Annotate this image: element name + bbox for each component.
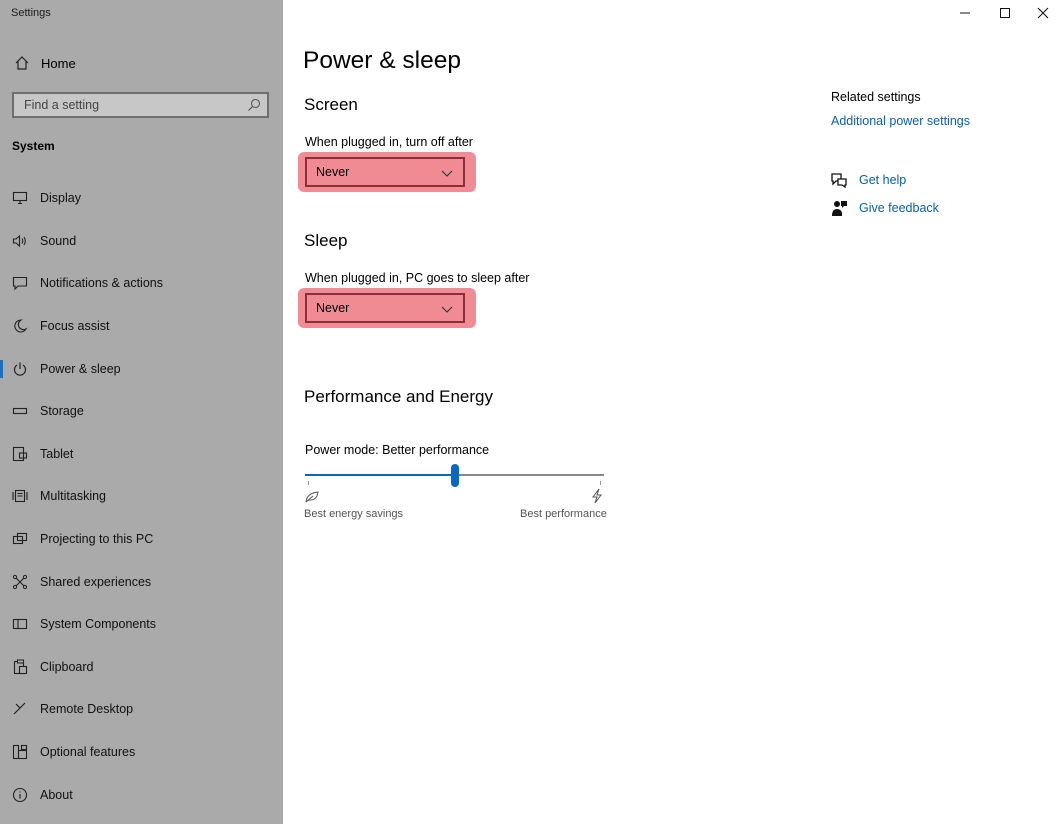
tablet-icon bbox=[12, 446, 28, 462]
sidebar-item-label: Display bbox=[40, 191, 81, 205]
sidebar-item-tablet[interactable]: Tablet bbox=[0, 437, 283, 471]
help-chat-icon bbox=[831, 173, 847, 189]
clipboard-icon bbox=[13, 659, 28, 675]
slider-max-caption: Best performance bbox=[520, 508, 607, 520]
sleep-timeout-dropdown[interactable]: Never bbox=[305, 293, 465, 323]
sleep-heading: Sleep bbox=[304, 231, 348, 250]
home-icon bbox=[15, 56, 29, 70]
sidebar-item-about[interactable]: About bbox=[0, 778, 283, 812]
power-mode-slider-thumb[interactable] bbox=[450, 464, 459, 487]
sidebar-item-remote-desktop[interactable]: Remote Desktop bbox=[0, 692, 283, 726]
get-help-label: Get help bbox=[859, 173, 907, 187]
remote-desktop-icon bbox=[13, 702, 26, 715]
sidebar-item-label: Optional features bbox=[40, 745, 136, 759]
additional-power-settings-link[interactable]: Additional power settings bbox=[831, 114, 970, 128]
components-icon bbox=[12, 618, 28, 630]
storage-icon bbox=[12, 407, 28, 415]
sidebar-item-clipboard[interactable]: Clipboard bbox=[0, 650, 283, 684]
maximize-button[interactable] bbox=[985, 0, 1025, 26]
give-feedback-label: Give feedback bbox=[859, 201, 939, 215]
sidebar-item-focus-assist[interactable]: Focus assist bbox=[0, 309, 283, 343]
sidebar-item-power-sleep[interactable]: Power & sleep bbox=[0, 352, 283, 386]
sidebar-item-label: Remote Desktop bbox=[40, 702, 134, 716]
performance-heading: Performance and Energy bbox=[304, 387, 493, 406]
sidebar-item-label: Notifications & actions bbox=[40, 276, 163, 290]
screen-heading: Screen bbox=[304, 95, 358, 114]
moon-icon bbox=[14, 319, 28, 333]
sidebar-item-label: Multitasking bbox=[40, 489, 106, 503]
sidebar-item-shared-experiences[interactable]: Shared experiences bbox=[0, 565, 283, 599]
section-label-system: System bbox=[12, 139, 55, 153]
sidebar-item-storage[interactable]: Storage bbox=[0, 394, 283, 428]
feedback-person-icon bbox=[832, 201, 847, 216]
sound-icon bbox=[12, 234, 26, 248]
close-icon bbox=[1037, 7, 1049, 19]
notifications-icon bbox=[12, 276, 28, 291]
related-settings-heading: Related settings bbox=[831, 90, 921, 104]
close-button[interactable] bbox=[1023, 0, 1063, 26]
multitasking-icon bbox=[12, 489, 28, 503]
search-placeholder: Find a setting bbox=[24, 98, 100, 112]
sidebar-item-notifications[interactable]: Notifications & actions bbox=[0, 266, 283, 300]
screen-timeout-dropdown[interactable]: Never bbox=[305, 157, 465, 187]
power-icon bbox=[13, 362, 27, 376]
slider-min-caption: Best energy savings bbox=[304, 508, 404, 520]
sidebar-item-label: Storage bbox=[40, 404, 84, 418]
sidebar-item-label: Projecting to this PC bbox=[40, 532, 154, 546]
sidebar-item-label: Shared experiences bbox=[40, 575, 152, 589]
dropdown-value: Never bbox=[316, 165, 350, 179]
info-icon bbox=[12, 787, 28, 803]
chevron-down-icon bbox=[441, 170, 453, 177]
slider-tick-max bbox=[600, 481, 601, 485]
minimize-icon bbox=[960, 12, 970, 14]
leaf-icon bbox=[305, 491, 319, 503]
screen-timeout-label: When plugged in, turn off after bbox=[305, 135, 473, 149]
sleep-timeout-label: When plugged in, PC goes to sleep after bbox=[305, 271, 530, 285]
sidebar-item-label: Focus assist bbox=[40, 319, 110, 333]
sidebar-item-label: About bbox=[40, 788, 73, 802]
projecting-icon bbox=[12, 532, 28, 545]
slider-tick-min bbox=[308, 481, 309, 485]
sidebar-item-projecting[interactable]: Projecting to this PC bbox=[0, 522, 283, 556]
sidebar-item-system-components[interactable]: System Components bbox=[0, 607, 283, 641]
dropdown-value: Never bbox=[316, 301, 350, 315]
sidebar-item-label: Power & sleep bbox=[40, 362, 121, 376]
home-label: Home bbox=[41, 56, 76, 71]
search-input[interactable]: Find a setting bbox=[12, 92, 269, 118]
power-mode-slider-fill bbox=[305, 474, 455, 476]
maximize-icon bbox=[1000, 8, 1010, 18]
optional-features-icon bbox=[12, 744, 28, 760]
sidebar-item-label: System Components bbox=[40, 617, 157, 631]
sidebar-item-optional-features[interactable]: Optional features bbox=[0, 735, 283, 769]
chevron-down-icon bbox=[441, 306, 453, 313]
page-title: Power & sleep bbox=[303, 47, 461, 74]
lightning-icon bbox=[592, 488, 602, 504]
display-icon bbox=[12, 191, 28, 205]
power-mode-label: Power mode: Better performance bbox=[305, 443, 490, 457]
sidebar-item-label: Clipboard bbox=[40, 660, 94, 674]
sidebar-item-multitasking[interactable]: Multitasking bbox=[0, 479, 283, 513]
sidebar-item-label: Tablet bbox=[40, 447, 74, 461]
sidebar-item-display[interactable]: Display bbox=[0, 181, 283, 215]
minimize-button[interactable] bbox=[945, 0, 985, 26]
sidebar: Settings Home Find a setting System Disp… bbox=[0, 0, 283, 824]
shared-icon bbox=[12, 574, 28, 590]
home-nav-item[interactable]: Home bbox=[0, 50, 283, 76]
app-title: Settings bbox=[11, 7, 51, 19]
sidebar-item-sound[interactable]: Sound bbox=[0, 224, 283, 258]
search-icon[interactable] bbox=[247, 98, 261, 112]
sidebar-item-label: Sound bbox=[40, 234, 77, 248]
